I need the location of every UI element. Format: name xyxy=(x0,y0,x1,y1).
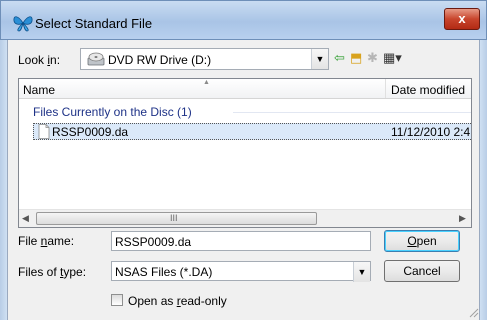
scroll-left-icon[interactable]: ◀ xyxy=(22,213,29,224)
file-date-cell: 11/12/2010 2:41 P xyxy=(391,125,471,139)
window-frame-left xyxy=(0,40,7,320)
look-in-label: Look in: xyxy=(18,53,61,67)
file-name-input[interactable]: RSSP0009.da xyxy=(111,231,371,251)
horizontal-scrollbar[interactable]: ◀ III ▶ xyxy=(19,209,471,227)
group-header[interactable]: Files Currently on the Disc (1) xyxy=(33,105,192,119)
chevron-down-icon[interactable]: ▼ xyxy=(353,262,370,282)
scroll-thumb[interactable]: III xyxy=(36,212,317,225)
column-header-date-modified[interactable]: Date modified xyxy=(391,83,465,97)
dvd-drive-icon xyxy=(87,52,105,66)
window-frame-right xyxy=(480,40,487,320)
list-header: ▲ Name Date modified xyxy=(19,79,471,99)
column-separator[interactable] xyxy=(385,79,386,98)
file-name-label: File name: xyxy=(18,234,75,248)
file-list[interactable]: ▲ Name Date modified Files Currently on … xyxy=(18,78,472,228)
sort-ascending-icon: ▲ xyxy=(203,79,210,86)
chevron-down-icon[interactable]: ▼ xyxy=(311,49,328,69)
file-type-dropdown[interactable]: NSAS Files (*.DA) ▼ xyxy=(111,261,371,282)
new-folder-icon[interactable]: ✱ xyxy=(367,50,378,66)
look-in-dropdown[interactable]: DVD RW Drive (D:) ▼ xyxy=(80,48,329,70)
grip-icon: III xyxy=(170,213,178,223)
resize-grip-icon[interactable] xyxy=(468,307,479,318)
column-header-name[interactable]: Name xyxy=(23,83,55,97)
close-button[interactable]: x xyxy=(444,8,480,30)
files-of-type-label: Files of type: xyxy=(18,265,87,279)
look-in-value: DVD RW Drive (D:) xyxy=(108,53,212,67)
cancel-button[interactable]: Cancel xyxy=(384,260,460,282)
read-only-label[interactable]: Open as read-only xyxy=(128,294,227,308)
open-button[interactable]: Open xyxy=(384,230,460,252)
file-name-cell[interactable]: RSSP0009.da xyxy=(52,125,128,139)
butterfly-app-icon xyxy=(13,16,33,32)
file-icon xyxy=(38,124,50,139)
up-folder-icon[interactable]: ⬒ xyxy=(350,50,362,66)
file-type-value: NSAS Files (*.DA) xyxy=(115,265,213,279)
scroll-right-icon[interactable]: ▶ xyxy=(459,213,466,224)
back-arrow-icon[interactable]: ⇦ xyxy=(334,50,345,66)
views-menu-icon[interactable]: ▦▾ xyxy=(383,50,402,66)
select-file-dialog: Select Standard File x Look in: DVD RW D… xyxy=(0,0,487,320)
window-title: Select Standard File xyxy=(35,16,153,31)
group-divider xyxy=(233,112,471,113)
close-icon: x xyxy=(458,11,466,26)
title-bar[interactable]: Select Standard File x xyxy=(0,0,487,40)
read-only-checkbox[interactable] xyxy=(111,294,123,306)
